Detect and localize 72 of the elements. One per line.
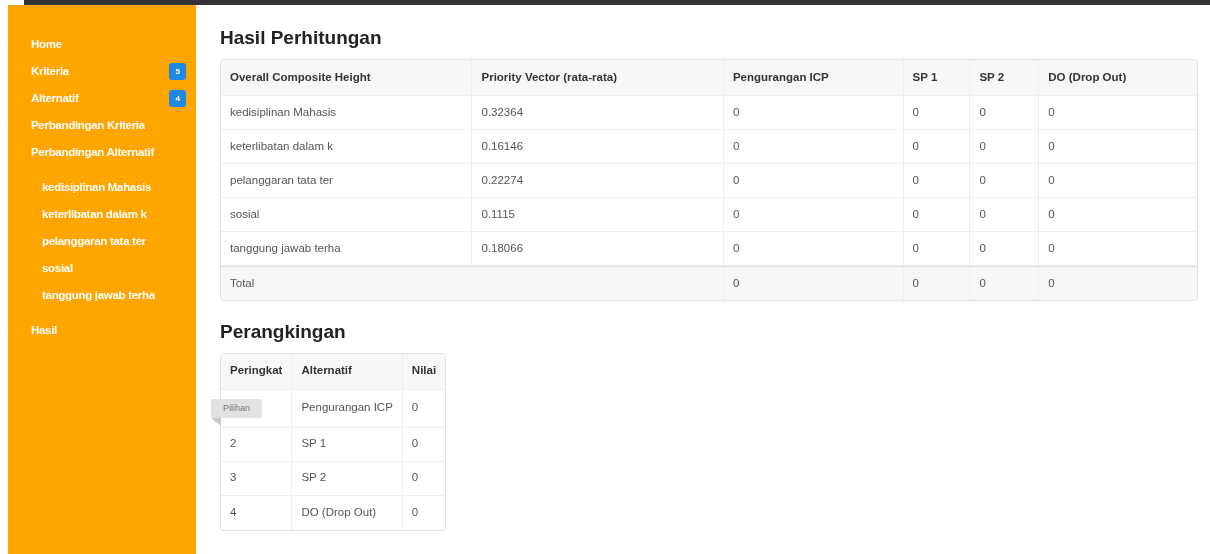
table-cell: keterlibatan dalam k bbox=[221, 129, 473, 164]
table-cell: 0 bbox=[1039, 197, 1197, 232]
table-cell: pelanggaran tata ter bbox=[221, 163, 473, 198]
column-header: SP 2 bbox=[970, 59, 1040, 96]
table-cell: 0 bbox=[903, 231, 971, 266]
column-header: Nilai bbox=[402, 353, 446, 390]
table-cell: Pengurangan ICP bbox=[292, 389, 403, 428]
sidebar-link[interactable]: Alternatif bbox=[31, 89, 79, 108]
table-cell: 0 bbox=[1039, 95, 1197, 130]
column-header: Alternatif bbox=[292, 353, 403, 390]
table-cell: 0 bbox=[903, 163, 971, 198]
table-cell: 0.16146 bbox=[472, 129, 724, 164]
table-cell: 0 bbox=[723, 95, 904, 130]
table-cell: 0 bbox=[723, 129, 904, 164]
table-cell: 0 bbox=[970, 197, 1040, 232]
table-cell: 0.1115 bbox=[472, 197, 724, 232]
table-cell: 0 bbox=[903, 197, 971, 232]
section-title: Hasil Perhitungan bbox=[220, 27, 383, 50]
table-cell: 0.22274 bbox=[472, 163, 724, 198]
count-badge: 4 bbox=[169, 90, 186, 107]
column-header: DO (Drop Out) bbox=[1039, 59, 1197, 96]
table-cell: sosial bbox=[221, 197, 473, 232]
column-header: Priority Vector (rata-rata) bbox=[472, 59, 724, 96]
sidebar-link[interactable]: Hasil bbox=[31, 321, 57, 340]
table-cell: 3 bbox=[221, 461, 293, 496]
sidebar-sublink[interactable]: tanggung jawab terha bbox=[42, 286, 155, 305]
ribbon-fold-icon bbox=[211, 417, 221, 426]
table-cell-text: 0 bbox=[410, 504, 420, 520]
sidebar-sublink[interactable]: kedisiplinan Mahasis bbox=[42, 178, 152, 197]
sidebar-sublink[interactable]: pelanggaran tata ter bbox=[42, 232, 146, 251]
section-title: Perangkingan bbox=[220, 320, 347, 344]
table-cell: 0 bbox=[723, 197, 904, 232]
table-cell: 0 bbox=[1039, 231, 1197, 266]
table-cell: 4 bbox=[221, 495, 293, 530]
table-cell: 2 bbox=[221, 427, 293, 462]
table-cell: 0 bbox=[402, 461, 446, 496]
table-cell: 0 bbox=[1039, 129, 1197, 164]
table-cell: 0 bbox=[723, 265, 904, 300]
sidebar-sublink[interactable]: keterlibatan dalam k bbox=[42, 205, 147, 224]
table-cell: 0 bbox=[970, 231, 1040, 266]
sidebar-link[interactable]: Kriteria bbox=[31, 62, 69, 81]
table-cell: 0 bbox=[970, 95, 1040, 130]
table-cell: 0 bbox=[970, 265, 1040, 300]
table-cell: 0.18066 bbox=[472, 231, 724, 266]
table-cell: 0.32364 bbox=[472, 95, 724, 130]
column-header: Peringkat bbox=[221, 353, 293, 390]
table-cell: 0 bbox=[402, 427, 446, 462]
table-cell: 0 bbox=[1039, 265, 1197, 300]
ribbon-label: Pilihan bbox=[211, 398, 263, 419]
table-cell: 0 bbox=[903, 129, 971, 164]
sidebar-link[interactable]: Home bbox=[31, 35, 62, 54]
table-cell: 0 bbox=[1039, 163, 1197, 198]
table-cell: 0 bbox=[723, 163, 904, 198]
table-cell: 0 bbox=[970, 163, 1040, 198]
table-cell: tanggung jawab terha bbox=[221, 231, 473, 266]
table-cell: DO (Drop Out) bbox=[292, 495, 403, 530]
table-cell: 0 bbox=[402, 389, 446, 428]
table-cell: kedisiplinan Mahasis bbox=[221, 95, 473, 130]
column-header: SP 1 bbox=[903, 59, 971, 96]
table-cell: SP 2 bbox=[292, 461, 403, 496]
table-cell: 0 bbox=[903, 95, 971, 130]
sidebar-link[interactable]: Perbandingan Alternatif bbox=[31, 143, 155, 162]
table-cell: 0 bbox=[970, 129, 1040, 164]
table-cell: 0 bbox=[903, 265, 971, 300]
column-header: Overall Composite Height bbox=[221, 59, 473, 96]
count-badge: 5 bbox=[169, 63, 186, 80]
table-cell: SP 1 bbox=[292, 427, 403, 462]
table-cell: Total bbox=[221, 265, 724, 300]
sidebar-link[interactable]: Perbandingan Kriteria bbox=[31, 116, 145, 135]
table-cell: 0 bbox=[723, 231, 904, 266]
sidebar-sublink[interactable]: sosial bbox=[42, 259, 73, 278]
column-header: Pengurangan ICP bbox=[723, 59, 904, 96]
